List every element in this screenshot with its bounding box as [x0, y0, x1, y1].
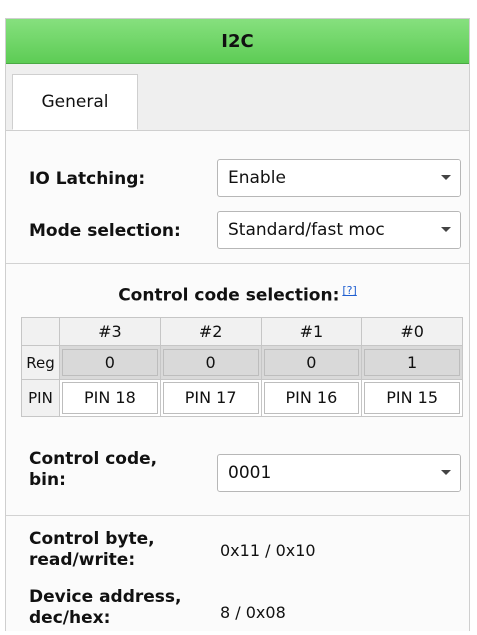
control-code-bin-label-line2: bin: — [29, 470, 66, 490]
reg-bit-button[interactable]: 0 — [162, 349, 259, 376]
mode-selection-select[interactable]: Standard/fast moc — [217, 211, 461, 249]
reg-bit-button[interactable]: 0 — [62, 349, 158, 376]
control-byte-value: 0x11 / 0x10 — [220, 541, 316, 560]
device-address-label-line2: dec/hex: — [29, 608, 111, 628]
chevron-down-icon — [432, 212, 460, 248]
pin-button[interactable]: PIN 17 — [162, 382, 259, 414]
pin-button[interactable]: PIN 16 — [263, 382, 360, 414]
io-latching-value: Enable — [228, 168, 286, 188]
section-divider — [6, 263, 469, 264]
control-code-selection-title: Control code selection: [?] — [6, 284, 469, 306]
control-code-bin-value: 0001 — [228, 463, 272, 483]
i2c-panel: I2C General IO Latching: Enable Mode sel… — [5, 18, 470, 631]
control-code-selection-label: Control code selection: — [118, 285, 340, 306]
column-header: #3 — [59, 317, 161, 346]
row-header: PIN — [21, 379, 60, 417]
table-row-reg: Reg 0 0 0 1 — [21, 345, 463, 380]
mode-selection-label: Mode selection: — [29, 221, 181, 241]
tab-general[interactable]: General — [12, 74, 138, 130]
chevron-down-icon — [432, 160, 460, 196]
device-address-label-line1: Device address, — [29, 587, 182, 607]
column-header: #1 — [260, 317, 363, 346]
control-byte-label-line2: read/write: — [29, 550, 136, 570]
reg-bit-button[interactable]: 1 — [364, 349, 460, 376]
control-byte-label: Control byte, read/write: — [29, 529, 155, 571]
control-code-table: #3 #2 #1 #0 Reg 0 0 0 1 PIN PIN 18 PIN 1 — [21, 317, 463, 417]
control-code-bin-label: Control code, bin: — [29, 449, 157, 491]
pin-button[interactable]: PIN 18 — [62, 382, 158, 414]
column-header: #0 — [361, 317, 463, 346]
table-row-pin: PIN PIN 18 PIN 17 PIN 16 PIN 15 — [21, 379, 463, 417]
table-corner — [21, 317, 60, 346]
panel-title: I2C — [6, 19, 469, 64]
io-latching-select[interactable]: Enable — [217, 159, 461, 197]
row-header: Reg — [21, 345, 60, 380]
io-latching-label: IO Latching: — [29, 169, 146, 189]
mode-selection-value: Standard/fast moc — [228, 220, 385, 240]
device-address-value: 8 / 0x08 — [220, 603, 286, 622]
device-address-label: Device address, dec/hex: — [29, 587, 182, 629]
column-header: #2 — [159, 317, 262, 346]
help-link[interactable]: [?] — [342, 284, 356, 297]
section-divider — [6, 515, 469, 516]
pin-button[interactable]: PIN 15 — [364, 382, 460, 414]
control-byte-label-line1: Control byte, — [29, 529, 155, 549]
control-code-bin-select[interactable]: 0001 — [217, 454, 461, 492]
control-code-bin-label-line1: Control code, — [29, 449, 158, 469]
reg-bit-button[interactable]: 0 — [263, 349, 360, 376]
chevron-down-icon — [432, 455, 460, 491]
tab-strip: General — [6, 64, 469, 131]
